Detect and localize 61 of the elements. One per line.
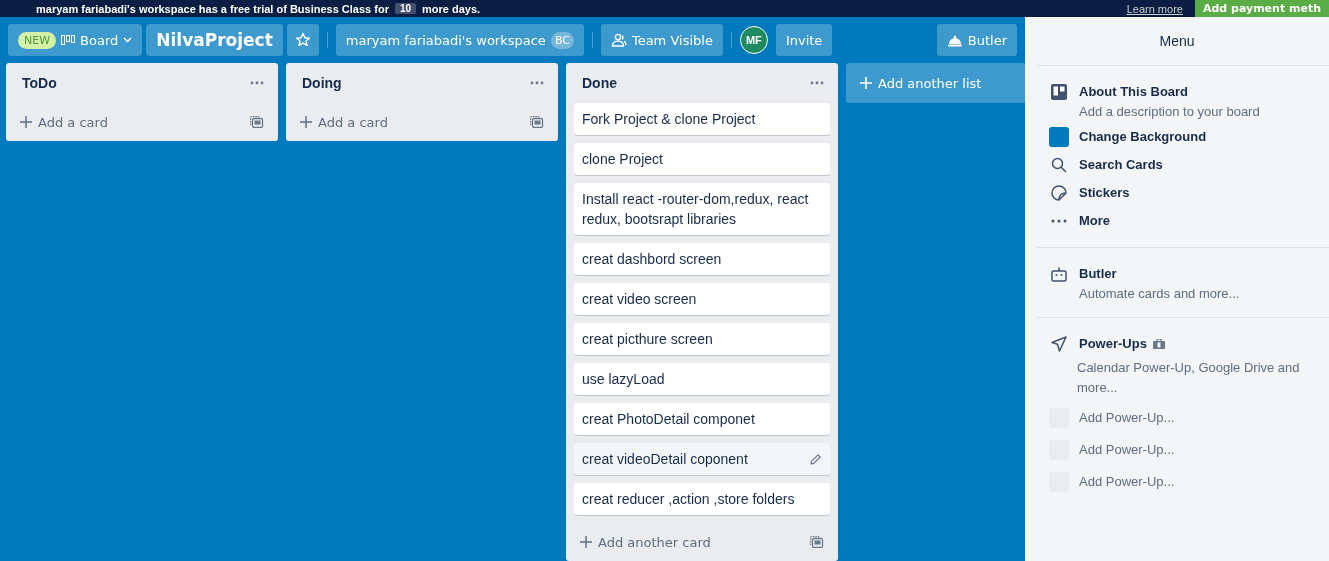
template-icon[interactable] [530, 116, 544, 128]
menu-title: Menu [1158, 32, 1196, 51]
more-icon [1051, 219, 1067, 223]
add-power-up-item[interactable]: Add Power-Up... [1079, 440, 1175, 460]
star-icon [294, 32, 311, 48]
add-card-button[interactable]: Add another card [578, 532, 713, 552]
task-card[interactable]: creat dashbord screen [574, 243, 830, 275]
learn-more-link[interactable]: Learn more [1126, 2, 1183, 15]
menu-item[interactable]: Change Background [1079, 127, 1207, 147]
template-icon[interactable] [810, 536, 824, 548]
list-title[interactable]: ToDo [22, 75, 57, 91]
task-card[interactable]: Fork Project & clone Project [574, 103, 830, 135]
list-title[interactable]: Done [582, 75, 617, 91]
list-title[interactable]: Doing [302, 75, 342, 91]
plus-icon [20, 116, 32, 128]
add-card-button[interactable]: Add a card [18, 112, 110, 132]
plus-icon [860, 77, 872, 89]
banner-message: maryam fariabadi's workspace has a free trial of Business Class for [36, 2, 389, 15]
menu-item[interactable]: About This Board [1079, 82, 1260, 102]
briefcase-icon [1152, 339, 1165, 349]
bell-icon [946, 33, 963, 47]
menu-item-description: Add a description to your board [1079, 104, 1260, 119]
menu-item-description: Automate cards and more... [1079, 286, 1240, 301]
task-card[interactable]: creat picthure screen [574, 323, 830, 355]
task-card[interactable]: Install react -router-dom,redux, react redux, bootsrapt libraries [574, 183, 830, 235]
plus-icon [580, 536, 592, 548]
task-card[interactable]: creat videoDetail coponent [574, 443, 830, 475]
robot-icon [1051, 266, 1067, 282]
team-icon [610, 33, 627, 47]
task-card[interactable]: creat video screen [574, 283, 830, 315]
search-icon [1051, 157, 1067, 173]
template-icon[interactable] [250, 116, 264, 128]
plus-icon [300, 116, 312, 128]
menu-item[interactable]: Search Cards [1079, 155, 1163, 175]
rocket-icon [1051, 336, 1067, 352]
menu-item[interactable]: Stickers [1079, 183, 1130, 203]
pencil-icon[interactable] [809, 452, 822, 466]
menu-item[interactable]: More [1079, 211, 1111, 231]
board-icon [61, 35, 76, 45]
task-card[interactable]: clone Project [574, 143, 830, 175]
task-card[interactable]: use lazyLoad [574, 363, 830, 395]
menu-item[interactable]: Power-Ups [1079, 334, 1147, 354]
board-icon [1051, 84, 1067, 100]
user-avatar[interactable]: MF [739, 26, 768, 54]
sticker-icon [1051, 185, 1067, 201]
banner-message: more days. [422, 2, 481, 15]
task-card[interactable]: creat PhotoDetail componet [574, 403, 830, 435]
star-button[interactable] [286, 24, 319, 56]
task-card[interactable]: creat reducer ,action ,store folders [574, 483, 830, 515]
new-badge: NEW [18, 31, 57, 49]
days-badge: 10 [394, 3, 417, 14]
menu-item[interactable]: Butler [1079, 264, 1240, 284]
more-icon[interactable] [530, 81, 544, 85]
workspace-badge: BC [550, 31, 574, 49]
add-power-up-item[interactable]: Add Power-Up... [1079, 472, 1175, 492]
menu-item-description: Calendar Power-Up, Google Drive and more... [1076, 359, 1301, 397]
add-power-up-item[interactable]: Add Power-Up... [1079, 408, 1175, 428]
more-icon[interactable] [250, 81, 264, 85]
add-card-button[interactable]: Add a card [298, 112, 390, 132]
caret-icon [123, 37, 133, 43]
more-icon[interactable] [810, 81, 824, 85]
